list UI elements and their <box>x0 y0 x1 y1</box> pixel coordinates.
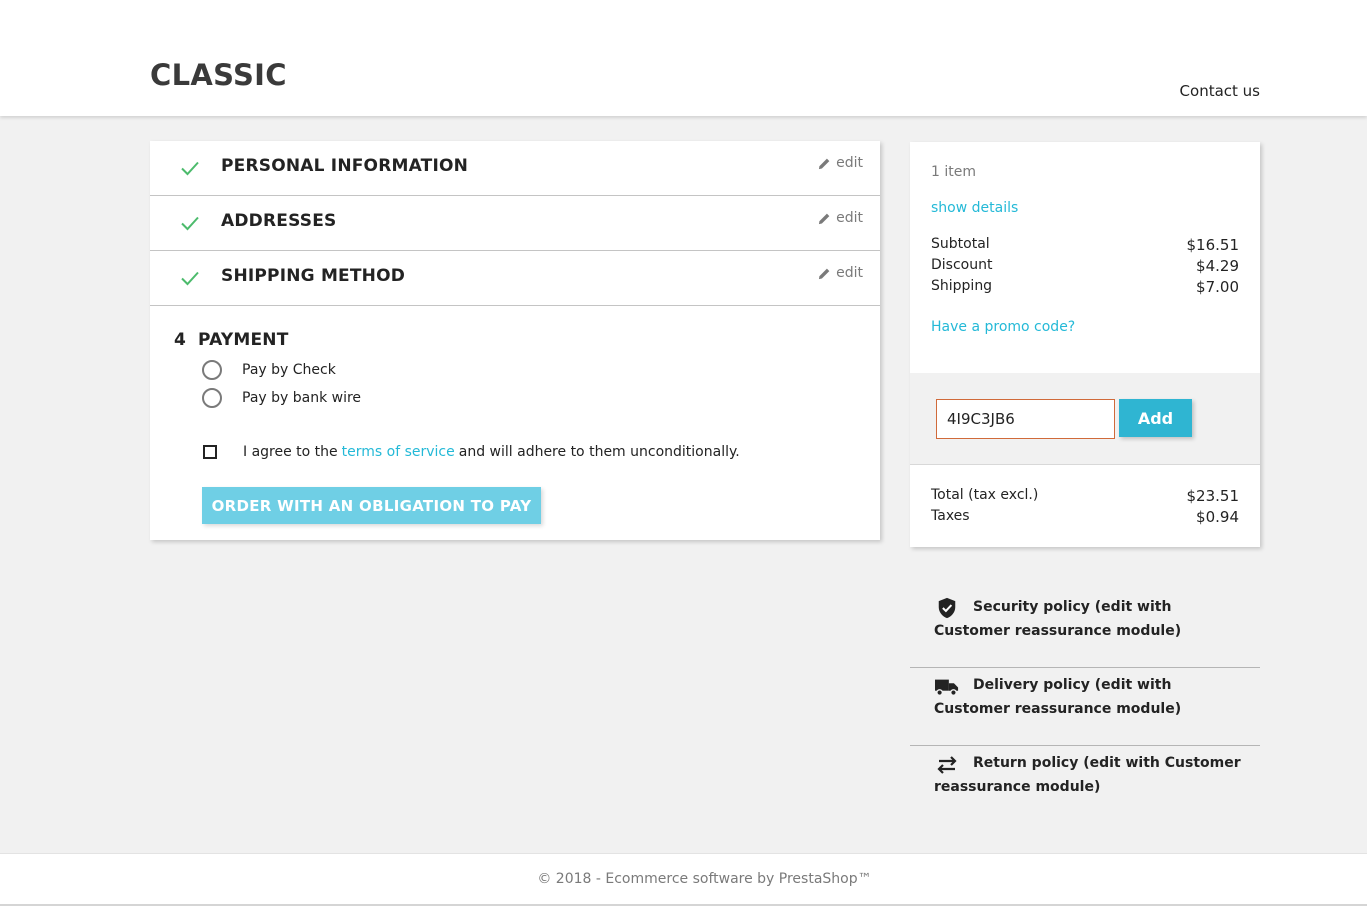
site-logo[interactable]: CLASSIC <box>150 58 287 92</box>
step-title: SHIPPING METHOD <box>221 266 406 286</box>
edit-personal-information-button[interactable]: edit <box>818 155 863 171</box>
reassurance-text: Security policy (edit with Customer reas… <box>934 599 1182 639</box>
line-label: Total (tax excl.) <box>931 487 1039 503</box>
site-header: CLASSIC Contact us <box>0 0 1367 116</box>
terms-of-service-link[interactable]: terms of service <box>342 444 455 460</box>
items-count: 1 item <box>931 164 976 180</box>
pencil-icon <box>819 268 830 279</box>
summary-line-shipping: Shipping $7.00 <box>931 278 1239 296</box>
pencil-icon <box>819 158 830 169</box>
step-title: PERSONAL INFORMATION <box>221 156 469 176</box>
order-button[interactable]: ORDER WITH AN OBLIGATION TO PAY <box>202 487 541 524</box>
contact-us-link[interactable]: Contact us <box>1180 82 1260 100</box>
line-value: $16.51 <box>1186 236 1240 254</box>
edit-addresses-button[interactable]: edit <box>818 210 863 226</box>
footer-copyright[interactable]: © 2018 - Ecommerce software by PrestaSho… <box>0 871 1367 887</box>
cart-summary: 1 item show details Subtotal $16.51 Disc… <box>910 142 1260 547</box>
check-icon <box>181 271 199 286</box>
reassurance-text: Return policy (edit with Customer reassu… <box>934 755 1241 795</box>
step-payment-title: 4 PAYMENT <box>174 330 289 350</box>
edit-label: edit <box>836 155 863 171</box>
line-value: $0.94 <box>1196 508 1239 526</box>
pay-by-check-radio[interactable] <box>202 360 222 380</box>
terms-prefix: I agree to the <box>243 444 338 460</box>
summary-line-taxes: Taxes $0.94 <box>931 508 1239 526</box>
payment-option-check[interactable]: Pay by Check <box>202 360 336 380</box>
pencil-icon <box>819 213 830 224</box>
terms-checkbox[interactable] <box>203 445 217 459</box>
step-shipping-method: SHIPPING METHOD edit <box>150 251 880 306</box>
checkout-steps-panel: PERSONAL INFORMATION edit ADDRESSES edit… <box>150 141 880 540</box>
terms-agreement: I agree to the terms of service and will… <box>202 444 740 460</box>
reassurance-text: Delivery policy (edit with Customer reas… <box>934 677 1182 717</box>
line-label: Discount <box>931 257 993 273</box>
edit-shipping-method-button[interactable]: edit <box>818 265 863 281</box>
step-number: 4 <box>174 330 187 350</box>
summary-line-discount: Discount $4.29 <box>931 257 1239 275</box>
step-title: ADDRESSES <box>221 211 337 231</box>
payment-option-label[interactable]: Pay by bank wire <box>242 390 361 406</box>
reassurance-return: Return policy (edit with Customer reassu… <box>910 746 1260 824</box>
reassurance-security: Security policy (edit with Customer reas… <box>910 590 1260 668</box>
line-label: Shipping <box>931 278 993 294</box>
step-title: PAYMENT <box>198 330 289 350</box>
summary-line-total: Total (tax excl.) $23.51 <box>931 487 1239 505</box>
line-label: Subtotal <box>931 236 990 252</box>
terms-suffix: and will adhere to them unconditionally. <box>458 444 740 460</box>
check-icon <box>181 161 199 176</box>
step-addresses: ADDRESSES edit <box>150 196 880 251</box>
payment-option-label[interactable]: Pay by Check <box>242 362 336 378</box>
promo-add-button[interactable]: Add <box>1119 399 1192 437</box>
site-footer: © 2018 - Ecommerce software by PrestaSho… <box>0 853 1367 906</box>
check-icon <box>181 216 199 231</box>
edit-label: edit <box>836 210 863 226</box>
step-personal-information: PERSONAL INFORMATION edit <box>150 141 880 196</box>
line-value: $23.51 <box>1186 487 1240 505</box>
line-label: Taxes <box>931 508 970 524</box>
reassurance-delivery: Delivery policy (edit with Customer reas… <box>910 668 1260 746</box>
promo-code-link[interactable]: Have a promo code? <box>931 319 1075 335</box>
show-details-link[interactable]: show details <box>931 200 1018 216</box>
line-value: $4.29 <box>1196 257 1239 275</box>
payment-option-bank-wire[interactable]: Pay by bank wire <box>202 388 361 408</box>
pay-by-bank-wire-radio[interactable] <box>202 388 222 408</box>
summary-line-subtotal: Subtotal $16.51 <box>931 236 1239 254</box>
line-value: $7.00 <box>1196 278 1239 296</box>
promo-code-area: Add <box>910 373 1260 465</box>
promo-code-input[interactable] <box>936 399 1115 439</box>
edit-label: edit <box>836 265 863 281</box>
